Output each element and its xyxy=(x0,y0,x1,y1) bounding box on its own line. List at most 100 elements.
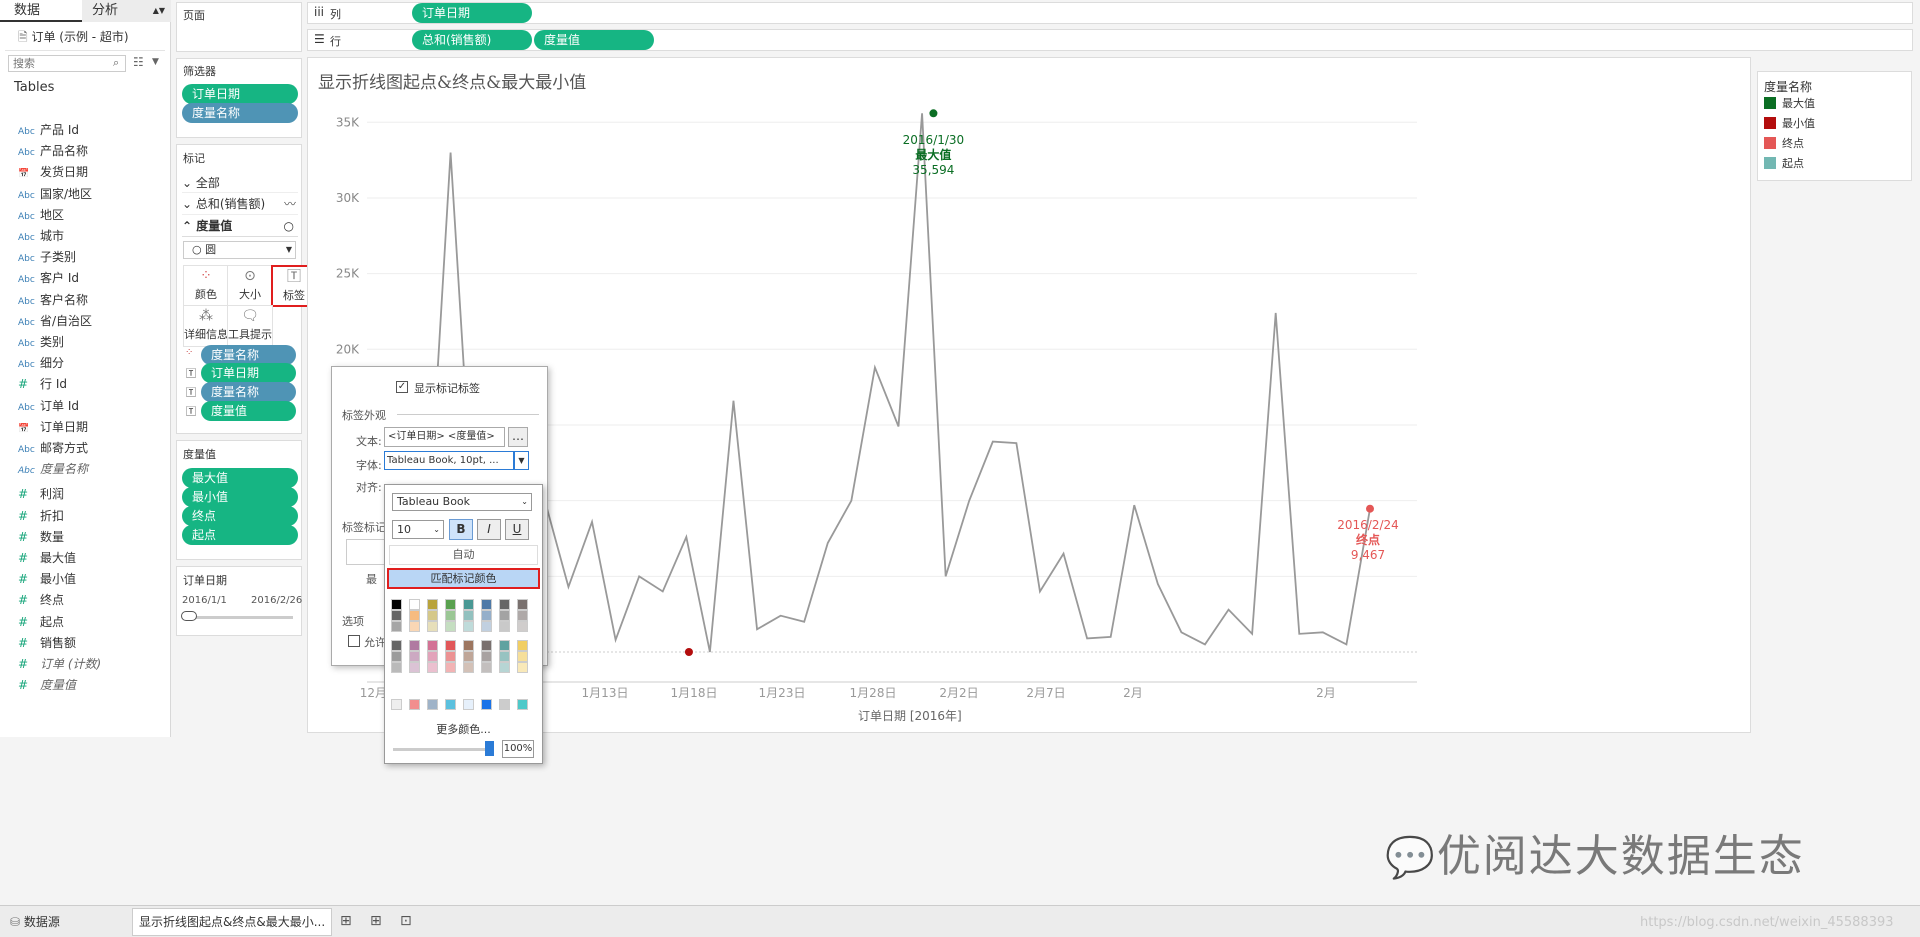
opacity-slider-handle[interactable] xyxy=(485,741,494,756)
marks-pill-order-date[interactable]: 订单日期 xyxy=(201,363,296,383)
recent-color-swatch[interactable] xyxy=(409,699,420,710)
color-swatch[interactable] xyxy=(445,662,456,673)
italic-button[interactable]: I xyxy=(477,519,501,540)
color-swatch[interactable] xyxy=(481,640,492,651)
field-item[interactable]: Abc 省/自治区 xyxy=(18,311,92,331)
color-swatch[interactable] xyxy=(445,599,456,610)
opacity-slider-track[interactable] xyxy=(393,748,493,751)
field-item[interactable]: # 利润 xyxy=(18,484,64,504)
rows-pill-measure-values[interactable]: 度量值 xyxy=(534,30,654,50)
recent-color-swatch[interactable] xyxy=(517,699,528,710)
detail-button[interactable]: ⁂ 详细信息 xyxy=(183,305,229,347)
color-swatch[interactable] xyxy=(409,662,420,673)
color-swatch[interactable] xyxy=(391,610,402,621)
field-item[interactable]: # 订单 (计数) xyxy=(18,654,101,674)
color-swatch[interactable] xyxy=(481,662,492,673)
color-swatch[interactable] xyxy=(427,599,438,610)
field-item[interactable]: # 终点 xyxy=(18,590,64,610)
size-button[interactable]: ⊙ 大小 xyxy=(227,265,273,307)
color-swatch[interactable] xyxy=(391,599,402,610)
color-swatch[interactable] xyxy=(499,599,510,610)
color-swatch[interactable] xyxy=(391,651,402,662)
color-swatch[interactable] xyxy=(409,640,420,651)
color-swatch[interactable] xyxy=(427,640,438,651)
color-swatch[interactable] xyxy=(445,640,456,651)
font-size-select[interactable]: 10 ⌄ xyxy=(392,520,444,539)
recent-color-swatch[interactable] xyxy=(427,699,438,710)
mark-type-select[interactable]: ○ 圆 ▼ xyxy=(183,241,296,259)
color-swatch[interactable] xyxy=(463,662,474,673)
mv-pill-max[interactable]: 最大值 xyxy=(182,468,298,488)
field-item[interactable]: Abc 产品 Id xyxy=(18,120,79,140)
color-swatch[interactable] xyxy=(463,651,474,662)
color-swatch[interactable] xyxy=(463,621,474,632)
search-input[interactable] xyxy=(8,55,126,72)
marks-pill-measure-names-2[interactable]: 度量名称 xyxy=(201,382,296,402)
legend-item[interactable]: 终点 xyxy=(1764,136,1804,152)
label-text-field[interactable]: <订单日期> <度量值> xyxy=(384,427,505,447)
color-swatch[interactable] xyxy=(409,651,420,662)
marks-all[interactable]: ⌄ 全部 xyxy=(182,173,298,193)
field-item[interactable]: # 销售额 xyxy=(18,633,76,653)
datasource-item[interactable]: 🗎 订单 (示例 - 超市) xyxy=(18,28,129,49)
field-item[interactable]: # 折扣 xyxy=(18,506,64,526)
legend-item[interactable]: 起点 xyxy=(1764,156,1804,172)
legend-item[interactable]: 最小值 xyxy=(1764,116,1815,132)
color-swatch[interactable] xyxy=(463,599,474,610)
color-swatch[interactable] xyxy=(499,651,510,662)
legend-item[interactable]: 最大值 xyxy=(1764,96,1815,112)
filter-pill-measure-names[interactable]: 度量名称 xyxy=(182,103,298,123)
recent-color-swatch[interactable] xyxy=(445,699,456,710)
field-item[interactable]: Abc 客户 Id xyxy=(18,268,79,288)
color-swatch[interactable] xyxy=(499,662,510,673)
color-swatch[interactable] xyxy=(499,640,510,651)
sheet-tab[interactable]: 显示折线图起点&终点&最大最小... xyxy=(132,908,332,936)
rows-pill-sum-sales[interactable]: 总和(销售额) xyxy=(412,30,532,50)
field-item[interactable]: Abc 类别 xyxy=(18,332,64,352)
field-item[interactable]: Abc 国家/地区 xyxy=(18,184,92,204)
field-item[interactable]: # 最小值 xyxy=(18,569,76,589)
field-item[interactable]: Abc 子类别 xyxy=(18,247,76,267)
underline-button[interactable]: U xyxy=(505,519,529,540)
recent-color-swatch[interactable] xyxy=(499,699,510,710)
allow-checkbox[interactable] xyxy=(348,635,360,647)
marks-sum-sales[interactable]: ⌄ 总和(销售额) 〰 xyxy=(182,193,298,215)
color-swatch[interactable] xyxy=(427,662,438,673)
new-story-icon[interactable]: ⊡ xyxy=(400,913,412,929)
color-swatch[interactable] xyxy=(445,651,456,662)
recent-color-swatch[interactable] xyxy=(481,699,492,710)
list-view-icon[interactable]: ☷ xyxy=(133,55,144,69)
marks-pill-measure-values[interactable]: 度量值 xyxy=(201,401,296,421)
opacity-value[interactable]: 100% xyxy=(502,740,534,758)
field-item[interactable]: Abc 度量名称 xyxy=(18,459,88,479)
show-labels-checkbox[interactable]: ✓ xyxy=(396,381,408,393)
date-slider-handle[interactable] xyxy=(181,611,197,621)
field-item[interactable]: Abc 细分 xyxy=(18,353,64,373)
filter-pill-order-date[interactable]: 订单日期 xyxy=(182,84,298,104)
field-item[interactable]: 📅 订单日期 xyxy=(18,417,88,437)
field-item[interactable]: # 度量值 xyxy=(18,675,76,695)
marks-pill-measure-names[interactable]: 度量名称 xyxy=(201,345,296,365)
color-swatch[interactable] xyxy=(517,662,528,673)
color-swatch[interactable] xyxy=(391,640,402,651)
color-swatch[interactable] xyxy=(391,621,402,632)
color-swatch[interactable] xyxy=(463,640,474,651)
bold-button[interactable]: B xyxy=(449,519,473,540)
field-item[interactable]: Abc 客户名称 xyxy=(18,290,88,310)
field-item[interactable]: # 最大值 xyxy=(18,548,76,568)
mv-pill-start[interactable]: 起点 xyxy=(182,525,298,545)
columns-shelf[interactable]: iii 列 订单日期 xyxy=(307,2,1913,24)
field-item[interactable]: Abc 邮寄方式 xyxy=(18,438,88,458)
marks-measure-values[interactable]: ⌃ 度量值 ○ xyxy=(182,215,298,237)
match-mark-color-option[interactable]: 匹配标记颜色 xyxy=(387,568,540,589)
text-edit-button[interactable]: … xyxy=(508,427,528,447)
date-slider-track[interactable] xyxy=(183,616,293,619)
color-button[interactable]: ⁘ 颜色 xyxy=(183,265,229,307)
font-field[interactable]: Tableau Book, 10pt, ... xyxy=(384,451,514,470)
color-swatch[interactable] xyxy=(391,662,402,673)
color-swatch[interactable] xyxy=(445,621,456,632)
color-swatch[interactable] xyxy=(445,610,456,621)
color-swatch[interactable] xyxy=(427,621,438,632)
color-swatch[interactable] xyxy=(517,599,528,610)
tooltip-button[interactable]: 🗨 工具提示 xyxy=(227,305,273,347)
